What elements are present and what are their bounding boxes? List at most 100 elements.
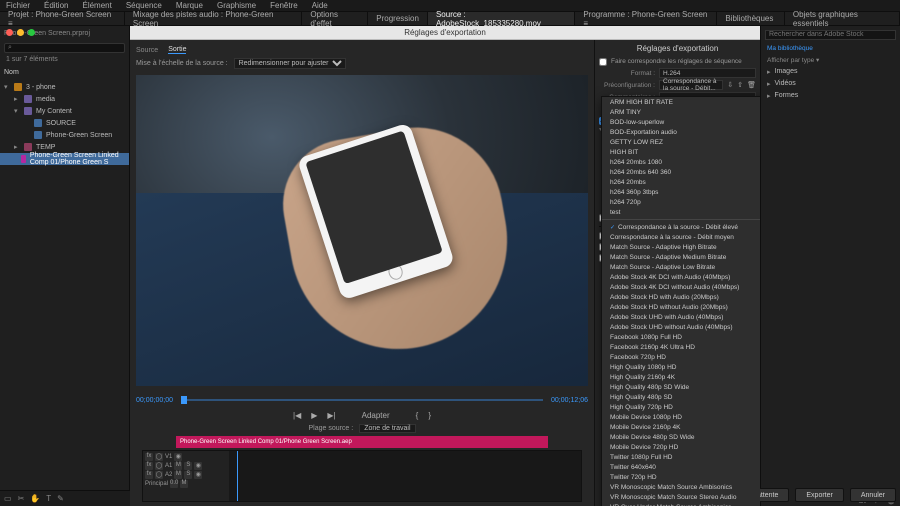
preset-option[interactable]: Correspondance à la source - Débit moyen	[602, 232, 760, 242]
preset-option[interactable]: Adobe Stock UHD without Audio (40Mbps)	[602, 322, 760, 332]
preset-option[interactable]: Facebook 720p HD	[602, 352, 760, 362]
track-a2[interactable]: A2	[165, 472, 172, 478]
hand-tool-icon[interactable]: ✋	[30, 494, 40, 503]
step-fwd-icon[interactable]: ▶|	[327, 411, 335, 420]
timeline-clip-bar[interactable]: Phone-Green Screen Linked Comp 01/Phone …	[176, 436, 548, 448]
preset-option[interactable]: HIGH BIT	[602, 147, 760, 157]
preset-option[interactable]: h264 720p	[602, 197, 760, 207]
preset-option[interactable]: Mobile Device 480p SD Wide	[602, 432, 760, 442]
playhead-icon[interactable]	[237, 451, 238, 501]
cancel-button[interactable]: Annuler	[850, 488, 896, 502]
preset-option[interactable]: Match Source - Adaptive Low Bitrate	[602, 262, 760, 272]
libraries-panel: Ma bibliothèque Afficher par type ▾ ▸Ima…	[760, 26, 900, 506]
project-item-count: 1 sur 7 éléments	[0, 54, 129, 65]
step-back-icon[interactable]: |◀	[293, 411, 301, 420]
preset-option[interactable]: Facebook 2160p 4K Ultra HD	[602, 342, 760, 352]
view-by-type[interactable]: Afficher par type ▾	[761, 54, 900, 66]
track-v1[interactable]: V1	[165, 454, 172, 460]
preset-option[interactable]: h264 20mbs 1080	[602, 157, 760, 167]
tab-effect-options[interactable]: Options d'effet	[302, 12, 368, 25]
preset-option[interactable]: Correspondance à la source - Débit élevé	[602, 222, 760, 232]
pen-tool-icon[interactable]: ✎	[57, 494, 64, 503]
preset-option[interactable]: ARM TINY	[602, 107, 760, 117]
tab-audio-mix[interactable]: Mixage des pistes audio : Phone-Green Sc…	[125, 12, 303, 25]
scrub-track[interactable]	[181, 399, 543, 401]
project-row[interactable]: Phone-Green Screen Linked Comp 01/Phone …	[0, 153, 129, 165]
preset-option[interactable]: Mobile Device 2160p 4K	[602, 422, 760, 432]
project-row[interactable]: ▾3 - phone	[0, 81, 129, 93]
razor-tool-icon[interactable]: ✂	[18, 494, 25, 503]
preset-option[interactable]: High Quality 480p SD	[602, 392, 760, 402]
preset-option[interactable]: BOD-Exportation audio	[602, 127, 760, 137]
mark-out-icon[interactable]: }	[428, 411, 431, 420]
project-row[interactable]: Phone-Green Screen	[0, 129, 129, 141]
type-tool-icon[interactable]: T	[46, 494, 51, 503]
mark-in-icon[interactable]: {	[416, 411, 419, 420]
preset-option[interactable]: h264 20mbs	[602, 177, 760, 187]
delete-preset-icon[interactable]: 🗑	[747, 81, 756, 89]
match-sequence-checkbox[interactable]	[599, 58, 607, 66]
import-preset-icon[interactable]: ⇧	[737, 81, 743, 89]
source-range-select[interactable]: Zone de travail	[359, 424, 415, 433]
preset-option[interactable]: VR Monoscopic Match Source Stereo Audio	[602, 492, 760, 502]
tab-project[interactable]: Projet : Phone-Green Screen ≡	[0, 12, 125, 25]
zoom-window-icon[interactable]	[28, 29, 35, 36]
lib-cat-images[interactable]: ▸Images	[761, 66, 900, 78]
project-row[interactable]: SOURCE	[0, 117, 129, 129]
tab-essential-graphics[interactable]: Objets graphiques essentiels	[785, 12, 900, 25]
preset-option[interactable]: Twitter 720p HD	[602, 472, 760, 482]
preset-option[interactable]: test	[602, 207, 760, 217]
export-tab-output[interactable]: Sortie	[168, 46, 186, 54]
preset-option[interactable]: Mobile Device 1080p HD	[602, 412, 760, 422]
preset-option[interactable]: Adobe Stock HD without Audio (20Mbps)	[602, 302, 760, 312]
tab-program[interactable]: Programme : Phone-Green Screen ≡	[575, 12, 717, 25]
preset-option[interactable]: High Quality 2160p 4K	[602, 372, 760, 382]
preset-dropdown[interactable]: ARM HIGH BIT RATEARM TINYBOD-low-superlo…	[601, 96, 760, 506]
preset-option[interactable]: High Quality 720p HD	[602, 402, 760, 412]
preset-option[interactable]: Facebook 1080p Full HD	[602, 332, 760, 342]
minimize-window-icon[interactable]	[17, 29, 24, 36]
project-row[interactable]: ▸media	[0, 93, 129, 105]
preset-option[interactable]: VR Monoscopic Match Source Ambisonics	[602, 482, 760, 492]
export-tab-source[interactable]: Source	[136, 47, 158, 54]
lib-cat-shapes[interactable]: ▸Formes	[761, 90, 900, 102]
play-icon[interactable]: ▶	[311, 411, 317, 420]
preset-option[interactable]: High Quality 1080p HD	[602, 362, 760, 372]
preset-option[interactable]: Adobe Stock 4K DCI without Audio (40Mbps…	[602, 282, 760, 292]
preset-option[interactable]: h264 20mbs 640 360	[602, 167, 760, 177]
preset-option[interactable]: Adobe Stock HD with Audio (20Mbps)	[602, 292, 760, 302]
preset-option[interactable]: Match Source - Adaptive Medium Bitrate	[602, 252, 760, 262]
adapter-label: Adapter	[362, 411, 390, 420]
preset-option[interactable]: Adobe Stock 4K DCI with Audio (40Mbps)	[602, 272, 760, 282]
close-window-icon[interactable]	[6, 29, 13, 36]
project-row[interactable]: ▾My Content	[0, 105, 129, 117]
export-button[interactable]: Exporter	[795, 488, 843, 502]
match-sequence-label: Faire correspondre les réglages de séque…	[611, 58, 742, 65]
preset-option[interactable]: BOD-low-superlow	[602, 117, 760, 127]
preset-option[interactable]: GETTY LOW REZ	[602, 137, 760, 147]
export-scrub-bar[interactable]: 00;00;00;00 00;00;12;06	[136, 392, 588, 408]
preset-option[interactable]: VR Over-Under Match Source Ambisonics	[602, 502, 760, 506]
preset-option[interactable]: High Quality 480p SD Wide	[602, 382, 760, 392]
project-search-input[interactable]	[4, 43, 125, 53]
scale-select[interactable]: Redimensionner pour ajuster	[234, 58, 346, 69]
preset-option[interactable]: Adobe Stock UHD with Audio (40Mbps)	[602, 312, 760, 322]
preset-option[interactable]: ARM HIGH BIT RATE	[602, 97, 760, 107]
preset-option[interactable]: Mobile Device 720p HD	[602, 442, 760, 452]
tab-progression[interactable]: Progression	[368, 12, 428, 25]
selection-tool-icon[interactable]: ▭	[4, 494, 12, 503]
tab-libraries[interactable]: Bibliothèques	[717, 12, 785, 25]
tab-source[interactable]: Source : AdobeStock_185335280.mov	[428, 12, 575, 25]
format-select[interactable]: H.264	[659, 68, 756, 78]
track-a1[interactable]: A1	[165, 463, 172, 469]
preset-option[interactable]: Twitter 640x640	[602, 462, 760, 472]
preset-option[interactable]: Match Source - Adaptive High Bitrate	[602, 242, 760, 252]
preset-select[interactable]: Correspondance à la source - Débit...	[659, 80, 723, 90]
stock-search-input[interactable]	[765, 30, 896, 40]
my-library-link[interactable]: Ma bibliothèque	[761, 43, 900, 54]
preset-option[interactable]: h264 360p 3tbps	[602, 187, 760, 197]
timecode-in: 00;00;00;00	[136, 397, 173, 404]
lib-cat-videos[interactable]: ▸Vidéos	[761, 78, 900, 90]
save-preset-icon[interactable]: ⇩	[727, 81, 733, 89]
preset-option[interactable]: Twitter 1080p Full HD	[602, 452, 760, 462]
